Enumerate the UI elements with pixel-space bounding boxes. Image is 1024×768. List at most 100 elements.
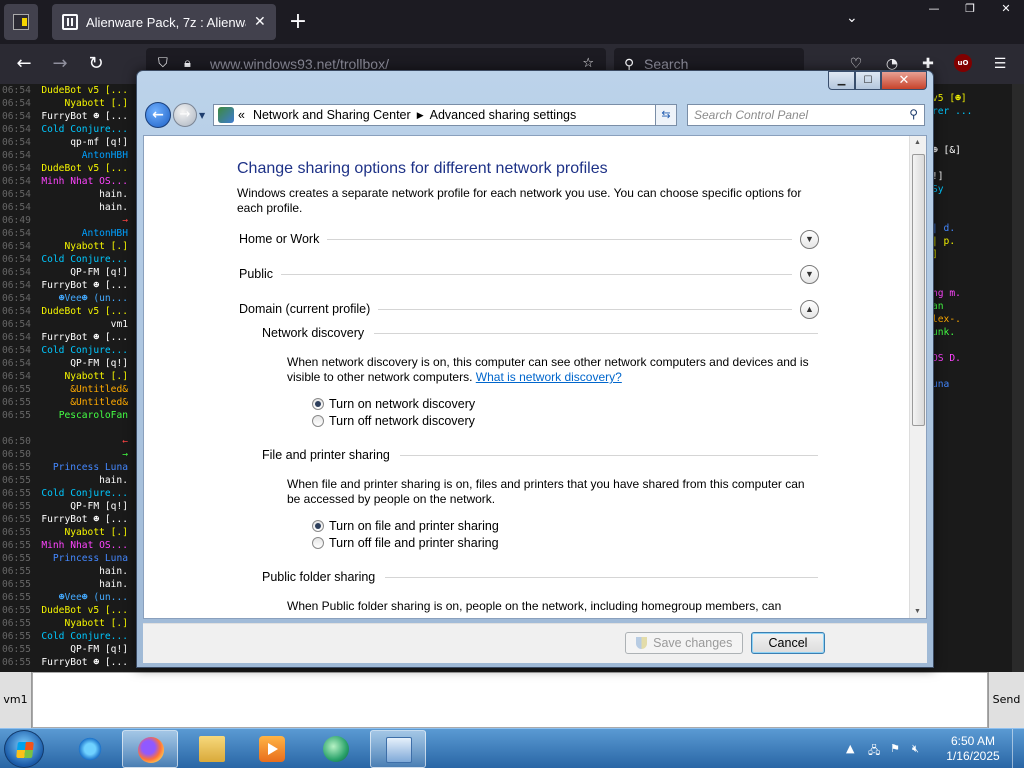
clock[interactable]: 6:50 AM 1/16/2025 — [938, 734, 1008, 764]
radio-file-printer-off[interactable]: Turn off file and printer sharing — [312, 535, 499, 551]
taskbar-explorer[interactable] — [184, 730, 240, 768]
list-tabs-icon[interactable]: ⌄ — [846, 10, 858, 26]
chat-nickname[interactable]: QP-FM [q!] — [38, 266, 128, 279]
chat-nickname[interactable]: Princess Luna — [38, 461, 128, 474]
chat-nickname[interactable]: qp-mf [q!] — [38, 136, 128, 149]
refresh-button[interactable]: ⇆ — [655, 104, 677, 126]
back-arrow-button[interactable]: ← — [145, 102, 171, 128]
volume-muted-icon[interactable]: 🔇︎ — [912, 742, 919, 756]
cancel-button[interactable]: Cancel — [751, 632, 825, 654]
chevron-down-icon[interactable]: ▼ — [800, 264, 819, 284]
lock-icon[interactable]: 🔒︎ — [184, 56, 191, 71]
scroll-down-icon[interactable]: ▼ — [914, 608, 921, 615]
chat-nickname[interactable]: &Untitled& — [38, 383, 128, 396]
radio-selected-icon[interactable] — [312, 520, 324, 532]
chat-scrollbar[interactable] — [1012, 84, 1024, 672]
breadcrumb-advanced-sharing[interactable]: Advanced sharing settings — [430, 108, 577, 122]
radio-selected-icon[interactable] — [312, 398, 324, 410]
chat-nickname[interactable]: DudeBot v5 [... — [38, 162, 128, 175]
bookmark-star-icon[interactable]: ☆ — [582, 56, 594, 71]
chat-nickname[interactable]: Nyabott [.] — [38, 97, 128, 110]
show-hidden-icons[interactable]: ▲ — [846, 742, 854, 755]
content-scrollbar[interactable]: ▲ ▼ — [909, 136, 926, 618]
chat-nickname[interactable]: vm1 — [38, 318, 128, 331]
maximize-button[interactable]: ☐ — [855, 71, 881, 90]
chat-nickname[interactable]: Cold Conjure... — [38, 630, 128, 643]
start-button[interactable] — [4, 730, 44, 768]
chat-nickname[interactable]: hain. — [38, 201, 128, 214]
chat-nickname[interactable]: Cold Conjure... — [38, 487, 128, 500]
profile-domain[interactable]: Domain (current profile) ▲ — [239, 299, 819, 319]
chat-nickname[interactable]: QP-FM [q!] — [38, 643, 128, 656]
radio-network-discovery-on[interactable]: Turn on network discovery — [312, 396, 475, 412]
radio-network-discovery-off[interactable]: Turn off network discovery — [312, 413, 475, 429]
taskbar-globe-app[interactable] — [308, 730, 364, 768]
network-icon[interactable]: 🖧︎ — [868, 742, 880, 761]
scroll-up-icon[interactable]: ▲ — [914, 139, 921, 146]
close-button[interactable]: ✕ — [881, 71, 927, 90]
app-menu-icon[interactable] — [4, 4, 38, 40]
minimize-button[interactable]: ▁ — [828, 71, 855, 90]
chat-nickname[interactable]: ☻Vee☻ (un... — [38, 292, 128, 305]
chat-nickname[interactable] — [38, 422, 128, 435]
forward-button[interactable]: → — [48, 52, 72, 76]
chat-nickname[interactable]: FurryBot ☻ [... — [38, 279, 128, 292]
reload-button[interactable]: ↻ — [84, 52, 108, 76]
chevron-up-icon[interactable]: ▲ — [800, 299, 819, 319]
chat-nickname[interactable]: DudeBot v5 [... — [38, 84, 128, 97]
chat-nickname[interactable]: hain. — [38, 565, 128, 578]
taskbar-internet-explorer[interactable] — [62, 730, 118, 768]
chat-nickname[interactable]: FurryBot ☻ [... — [38, 656, 128, 669]
chat-nickname[interactable]: Nyabott [.] — [38, 526, 128, 539]
chat-nickname[interactable]: Cold Conjure... — [38, 123, 128, 136]
network-discovery-help-link[interactable]: What is network discovery? — [476, 370, 622, 384]
chat-nickname[interactable]: &Untitled& — [38, 396, 128, 409]
chat-nickname[interactable]: hain. — [38, 188, 128, 201]
chat-nickname[interactable]: QP-FM [q!] — [38, 500, 128, 513]
browser-restore-button[interactable]: ❐ — [952, 0, 988, 18]
chat-nickname[interactable]: Minh Nhat OS... — [38, 539, 128, 552]
chat-nickname[interactable]: Nyabott [.] — [38, 240, 128, 253]
chat-nickname[interactable]: Nyabott [.] — [38, 617, 128, 630]
chat-nickname[interactable]: → — [38, 448, 128, 461]
menu-icon[interactable]: ☰ — [990, 54, 1010, 74]
chat-nickname[interactable]: FurryBot ☻ [... — [38, 513, 128, 526]
chat-nickname[interactable]: Minh Nhat OS... — [38, 175, 128, 188]
breadcrumb-network-sharing-center[interactable]: Network and Sharing Center — [253, 108, 411, 122]
browser-minimize-button[interactable]: — — [916, 0, 952, 18]
chat-nickname[interactable]: Princess Luna — [38, 552, 128, 565]
chat-nickname[interactable]: hain. — [38, 578, 128, 591]
radio-unselected-icon[interactable] — [312, 537, 324, 549]
taskbar-firefox[interactable] — [122, 730, 178, 768]
radio-unselected-icon[interactable] — [312, 415, 324, 427]
browser-close-button[interactable]: ✕ — [988, 0, 1024, 18]
action-center-flag-icon[interactable]: ⚑ — [890, 742, 900, 755]
send-button[interactable]: Send — [988, 672, 1024, 728]
profile-public[interactable]: Public ▼ — [239, 264, 819, 284]
taskbar-control-panel[interactable] — [370, 730, 426, 768]
breadcrumb-separator-icon[interactable]: ▶ — [417, 110, 424, 121]
breadcrumb-overflow[interactable]: « — [238, 108, 245, 122]
profile-home-or-work[interactable]: Home or Work ▼ — [239, 229, 819, 249]
tracking-shield-icon[interactable]: ⛉ — [158, 56, 168, 71]
taskbar-media-player[interactable] — [244, 730, 300, 768]
chat-nickname[interactable]: Cold Conjure... — [38, 344, 128, 357]
chat-nickname[interactable]: FurryBot ☻ [... — [38, 331, 128, 344]
address-bar[interactable]: « Network and Sharing Center ▶ Advanced … — [213, 104, 677, 126]
chat-nickname[interactable]: Nyabott [.] — [38, 370, 128, 383]
recent-pages-dropdown-icon[interactable]: ▼ — [199, 111, 205, 120]
chat-nickname[interactable]: FurryBot ☻ [... — [38, 110, 128, 123]
control-panel-search[interactable]: Search Control Panel ⚲ — [687, 104, 925, 126]
forward-arrow-button[interactable]: → — [173, 103, 197, 127]
chat-nickname[interactable]: → — [38, 214, 128, 227]
scrollbar-thumb[interactable] — [912, 154, 925, 426]
chat-nickname[interactable]: PescaroloFan — [38, 409, 128, 422]
chevron-down-icon[interactable]: ▼ — [800, 229, 819, 249]
new-tab-button[interactable]: + — [286, 8, 310, 36]
nickname-button[interactable]: vm1 — [0, 672, 32, 728]
chat-nickname[interactable]: ← — [38, 435, 128, 448]
search-icon[interactable]: ⚲ — [909, 107, 918, 121]
browser-tab[interactable]: Alienware Pack, 7z : Alienware : ✕ — [52, 4, 276, 40]
chat-nickname[interactable]: DudeBot v5 [... — [38, 604, 128, 617]
chat-nickname[interactable]: hain. — [38, 474, 128, 487]
